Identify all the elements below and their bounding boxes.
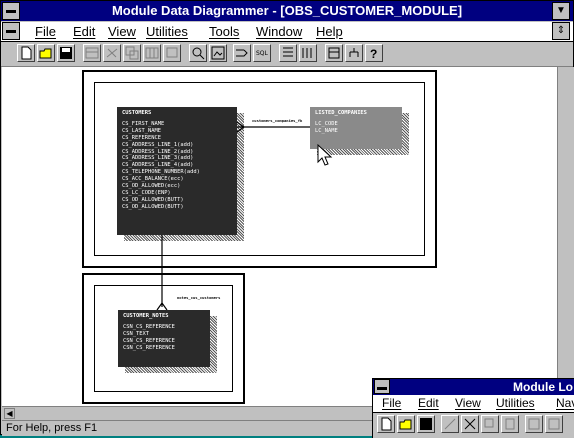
second-window[interactable]: ▬ Module Lo File Edit View Utilities Nav [372, 378, 574, 438]
second-save-icon[interactable] [417, 415, 435, 433]
tree-icon[interactable] [345, 44, 363, 62]
restore-icon[interactable]: ⇕ [552, 22, 570, 40]
connect-icon[interactable] [233, 44, 251, 62]
second-more-icon[interactable] [545, 415, 563, 433]
minimize-icon[interactable]: ▼ [552, 2, 570, 20]
second-cut-icon[interactable] [461, 415, 479, 433]
second-menu-file[interactable]: File [382, 395, 401, 412]
window-title: Module Data Diagrammer - [OBS_CUSTOMER_M… [111, 3, 463, 18]
align2-icon[interactable] [299, 44, 317, 62]
second-window-title: Module Lo [513, 380, 573, 394]
help-icon[interactable]: ? [365, 44, 383, 62]
title-bar[interactable]: ▬ Module Data Diagrammer - [OBS_CUSTOMER… [1, 1, 573, 21]
customer-notes-col: CSN_TEXT [123, 330, 149, 337]
second-new-icon[interactable] [377, 415, 395, 433]
new-icon[interactable] [17, 44, 35, 62]
customer-notes-entity[interactable]: CUSTOMER_NOTES CSN_CS_REFERENCE CSN_TEXT… [118, 310, 210, 367]
image-icon[interactable] [209, 44, 227, 62]
second-window-toolbar [373, 413, 574, 438]
menu-utilities[interactable]: Utilities [146, 22, 188, 41]
customer-notes-col: CSN_CS_REFERENCE [123, 344, 175, 351]
toolbar: SQL ? [1, 42, 573, 67]
table-icon[interactable] [83, 44, 101, 62]
menu-file[interactable]: File [35, 22, 56, 41]
rel-label-customers-listed: customers_companies_fk [252, 118, 303, 123]
document-menu-icon[interactable]: ▬ [2, 22, 20, 40]
copy-icon[interactable] [123, 44, 141, 62]
sql-icon[interactable]: SQL [253, 44, 271, 62]
customer-notes-title: CUSTOMER_NOTES [123, 313, 169, 319]
second-edit-icon[interactable] [441, 415, 459, 433]
layout-icon[interactable] [325, 44, 343, 62]
menu-view[interactable]: View [108, 22, 136, 41]
rel-label-notes-customers: notes_cus_customers [177, 295, 221, 300]
link-icon[interactable] [103, 44, 121, 62]
zoom-icon[interactable] [189, 44, 207, 62]
second-open-icon[interactable] [397, 415, 415, 433]
second-window-title-bar[interactable]: ▬ Module Lo [373, 379, 574, 395]
horizontal-scrollbar[interactable]: ◀ [2, 406, 373, 420]
scroll-left-arrow-icon[interactable]: ◀ [4, 408, 15, 419]
help-icon-label: ? [370, 47, 377, 60]
second-menu-view[interactable]: View [455, 395, 481, 412]
diagram-canvas[interactable]: CUSTOMERS CS_FIRST_NAME CS_LAST_NAME CS_… [2, 67, 557, 406]
second-window-menu-bar: File Edit View Utilities Nav [373, 395, 574, 413]
menu-edit[interactable]: Edit [73, 22, 95, 41]
align-icon[interactable] [279, 44, 297, 62]
second-window-system-menu-icon[interactable]: ▬ [374, 379, 390, 394]
grid-icon[interactable] [143, 44, 161, 62]
customer-notes-col: CSN_CS_REFERENCE [123, 337, 175, 344]
second-paste-icon[interactable] [501, 415, 519, 433]
second-grid-icon[interactable] [525, 415, 543, 433]
mouse-cursor-icon [317, 143, 333, 166]
customer-notes-col: CSN_CS_REFERENCE [123, 323, 175, 330]
status-text: For Help, press F1 [6, 422, 98, 434]
menu-window[interactable]: Window [256, 22, 302, 41]
vertical-scrollbar[interactable] [557, 67, 574, 406]
second-menu-nav[interactable]: Nav [556, 395, 574, 412]
second-copy-icon[interactable] [481, 415, 499, 433]
open-icon[interactable] [37, 44, 55, 62]
menu-bar: ▬ File Edit View Utilities Tools Window … [1, 22, 573, 42]
sql-icon-label: SQL [256, 50, 269, 57]
menu-tools[interactable]: Tools [209, 22, 239, 41]
save-icon[interactable] [57, 44, 75, 62]
screen-icon[interactable] [163, 44, 181, 62]
second-menu-utilities[interactable]: Utilities [496, 395, 535, 412]
second-menu-edit[interactable]: Edit [418, 395, 439, 412]
main-window: ▬ Module Data Diagrammer - [OBS_CUSTOMER… [0, 0, 574, 436]
menu-help[interactable]: Help [316, 22, 343, 41]
